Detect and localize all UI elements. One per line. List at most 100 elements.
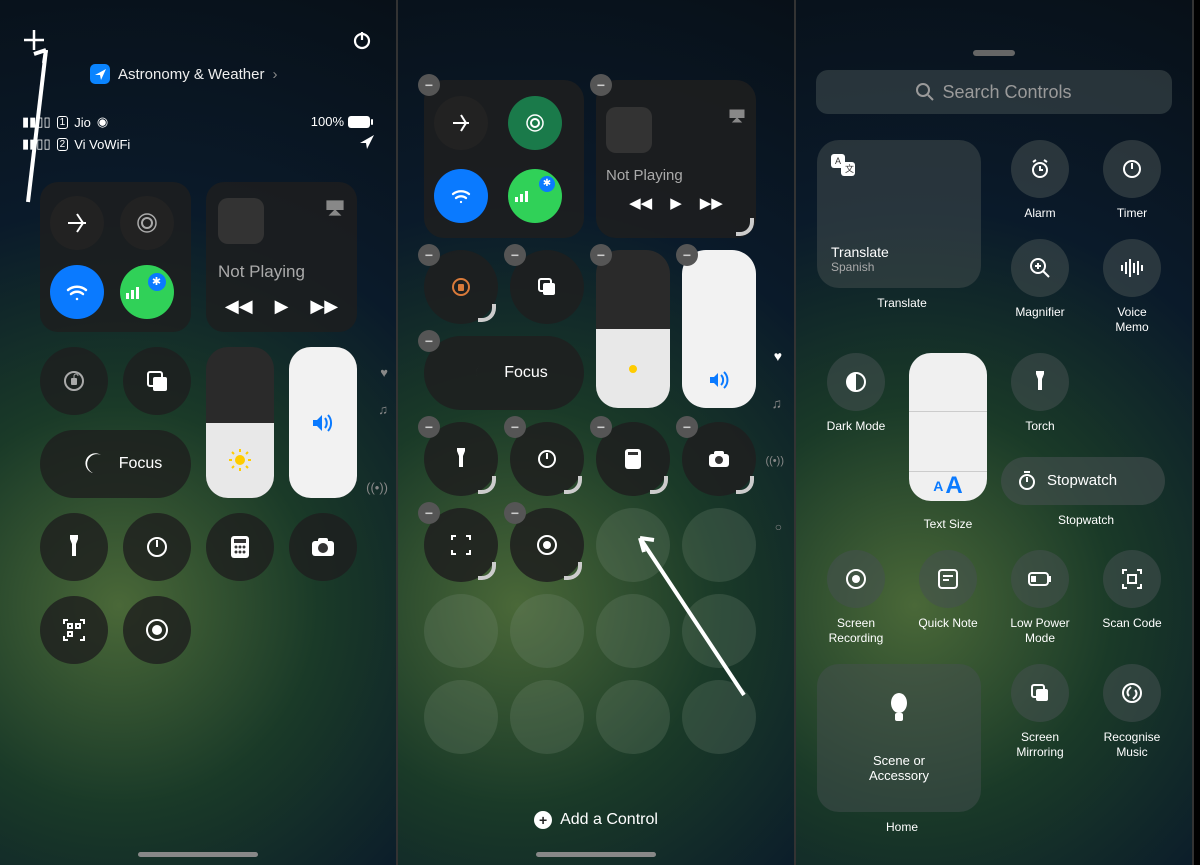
remove-icon[interactable]: − (504, 244, 526, 266)
camera-button[interactable] (289, 513, 357, 581)
airplane-toggle[interactable] (50, 196, 104, 250)
resize-handle[interactable] (564, 562, 582, 580)
sheet-drag-handle[interactable] (973, 50, 1015, 56)
media-status-label: Not Playing (218, 262, 305, 282)
qr-icon (1122, 569, 1142, 589)
connectivity-tile[interactable]: − ✱ (424, 80, 584, 238)
resize-handle[interactable] (478, 304, 496, 322)
airplay-icon[interactable] (325, 198, 345, 221)
remove-icon[interactable]: − (418, 244, 440, 266)
screen-record-button[interactable]: − (510, 508, 584, 582)
empty-slot[interactable] (424, 680, 498, 754)
brightness-slider[interactable]: − (596, 250, 670, 408)
remove-icon[interactable]: − (418, 502, 440, 524)
text-size-control[interactable]: AAAA Text Size (909, 353, 987, 532)
search-input[interactable]: Search Controls (816, 70, 1172, 114)
dark-mode-control[interactable]: Dark Mode (817, 353, 895, 439)
translate-widget[interactable]: A文 Translate Spanish Translate (817, 140, 987, 335)
voice-memo-control[interactable]: Voice Memo (1093, 239, 1171, 335)
screen-mirroring-control[interactable]: Screen Mirroring (1001, 664, 1079, 760)
empty-slot[interactable] (510, 680, 584, 754)
remove-icon[interactable]: − (590, 416, 612, 438)
quick-note-control[interactable]: Quick Note (909, 550, 987, 646)
screen-mirror-toggle[interactable]: − (510, 250, 584, 324)
scan-code-control[interactable]: Scan Code (1093, 550, 1171, 646)
airdrop-toggle[interactable] (120, 196, 174, 250)
rotation-lock-toggle[interactable]: − (424, 250, 498, 324)
media-tile[interactable]: − Not Playing ◀◀▶▶▶ (596, 80, 756, 238)
focus-button[interactable]: −Focus (424, 336, 584, 410)
focus-button[interactable]: Focus (40, 430, 191, 498)
home-indicator[interactable] (138, 852, 258, 857)
breadcrumb[interactable]: Astronomy & Weather › (0, 64, 396, 84)
remove-icon[interactable]: − (504, 416, 526, 438)
remove-icon[interactable]: − (590, 74, 612, 96)
remove-icon[interactable]: − (504, 502, 526, 524)
play-icon[interactable]: ▶ (670, 194, 682, 212)
add-control-button[interactable]: + Add a Control (398, 811, 794, 829)
broadcast-icon: ((•)) (366, 480, 388, 495)
torch-control[interactable]: Torch (1001, 353, 1079, 439)
low-power-control[interactable]: Low Power Mode (1001, 550, 1079, 646)
resize-handle[interactable] (736, 218, 754, 236)
timer-control[interactable]: Timer (1093, 140, 1171, 221)
airplay-icon[interactable] (728, 107, 746, 128)
calculator-button[interactable] (206, 513, 274, 581)
volume-slider[interactable]: − (682, 250, 756, 408)
home-indicator[interactable] (536, 852, 656, 857)
next-icon[interactable]: ▶▶ (310, 296, 338, 317)
empty-slot[interactable] (424, 594, 498, 668)
resize-handle[interactable] (650, 476, 668, 494)
panel-controls-gallery: Search Controls A文 Translate Spanish Tra… (796, 0, 1194, 865)
resize-handle[interactable] (564, 476, 582, 494)
volume-slider[interactable] (289, 347, 357, 498)
remove-icon[interactable]: − (590, 244, 612, 266)
empty-slot[interactable] (510, 594, 584, 668)
magnifier-control[interactable]: Magnifier (1001, 239, 1079, 335)
chevron-right-icon: › (272, 66, 277, 83)
wifi-toggle[interactable] (434, 169, 488, 223)
play-icon[interactable]: ▶ (275, 296, 289, 317)
media-tile[interactable]: Not Playing ◀◀ ▶ ▶▶ (206, 182, 357, 332)
translate-title: Translate (831, 244, 967, 260)
remove-icon[interactable]: − (418, 74, 440, 96)
torch-button[interactable] (40, 513, 108, 581)
resize-handle[interactable] (478, 562, 496, 580)
stopwatch-widget[interactable]: Stopwatch Stopwatch (1001, 457, 1171, 533)
brightness-slider[interactable] (206, 347, 274, 498)
resize-handle[interactable] (478, 476, 496, 494)
remove-icon[interactable]: − (418, 416, 440, 438)
timer-button[interactable] (123, 513, 191, 581)
carrier-1-label: Jio (74, 115, 91, 130)
remove-icon[interactable]: − (676, 416, 698, 438)
home-widget[interactable]: Scene or Accessory Home (817, 664, 987, 835)
wifi-toggle[interactable] (50, 265, 104, 319)
cellular-bluetooth-toggle[interactable]: ✱ (508, 169, 562, 223)
resize-handle[interactable] (736, 476, 754, 494)
recognise-music-control[interactable]: Recognise Music (1093, 664, 1171, 760)
airplane-toggle[interactable] (434, 96, 488, 150)
next-icon[interactable]: ▶▶ (700, 194, 723, 212)
alarm-control[interactable]: Alarm (1001, 140, 1079, 221)
timer-button[interactable]: − (510, 422, 584, 496)
rotation-lock-toggle[interactable] (40, 347, 108, 415)
power-icon[interactable] (350, 28, 374, 52)
screen-mirror-toggle[interactable] (123, 347, 191, 415)
connectivity-tile[interactable]: ✱ (40, 182, 191, 332)
remove-icon[interactable]: − (676, 244, 698, 266)
calculator-button[interactable]: − (596, 422, 670, 496)
screen-record-button[interactable] (123, 596, 191, 664)
airdrop-toggle[interactable] (508, 96, 562, 150)
battery-icon (348, 116, 374, 128)
prev-icon[interactable]: ◀◀ (629, 194, 652, 212)
torch-button[interactable]: − (424, 422, 498, 496)
screen-recording-control[interactable]: Screen Recording (817, 550, 895, 646)
prev-icon[interactable]: ◀◀ (225, 296, 253, 317)
cellular-bluetooth-toggle[interactable]: ✱ (120, 265, 174, 319)
magnifier-icon (1029, 257, 1051, 279)
camera-button[interactable]: − (682, 422, 756, 496)
qr-scan-button[interactable]: − (424, 508, 498, 582)
qr-scan-button[interactable] (40, 596, 108, 664)
annotation-arrow (8, 42, 48, 202)
remove-icon[interactable]: − (418, 330, 440, 352)
